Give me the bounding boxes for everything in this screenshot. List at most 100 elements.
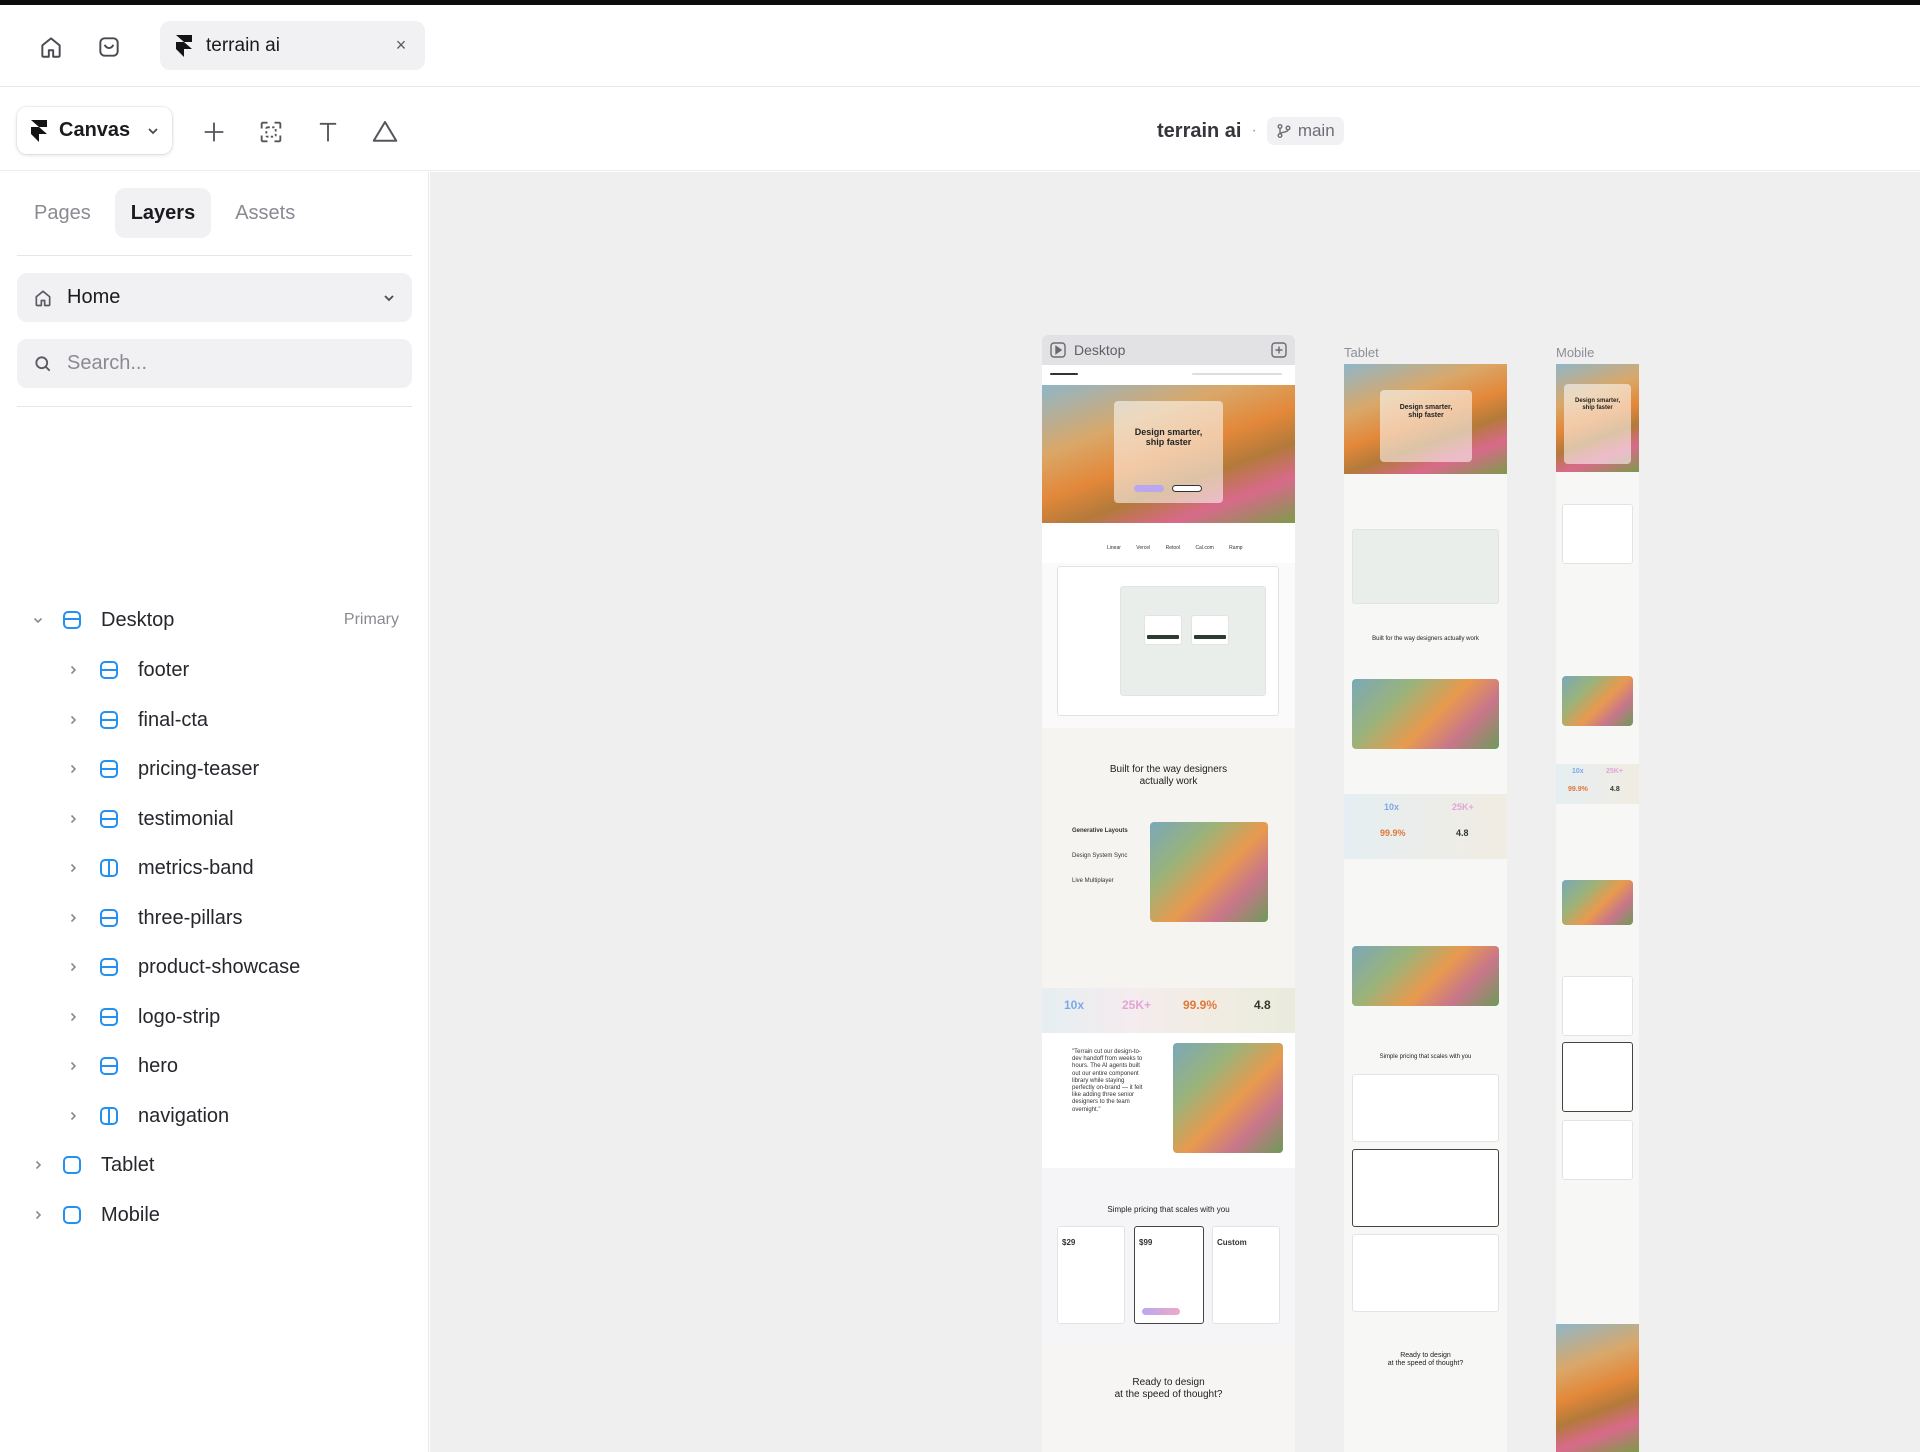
- tablet-metrics: 10x 25K+ 99.9% 4.8: [1344, 794, 1507, 859]
- layer-row-metrics-band[interactable]: metrics-band: [0, 845, 429, 891]
- tablet-frame[interactable]: Design smarter, ship faster Built for th…: [1344, 364, 1507, 1452]
- chevron-right-icon[interactable]: [66, 663, 80, 677]
- pillar-2: Design System Sync: [1072, 853, 1128, 859]
- layer-row-footer[interactable]: footer: [0, 647, 429, 693]
- chevron-down-icon: [384, 294, 394, 301]
- primary-badge: Primary: [343, 611, 399, 628]
- tablet-cta-heading: Ready to design at the speed of thought?: [1387, 1352, 1464, 1368]
- mobile-plan-3: [1562, 1120, 1633, 1180]
- metric-2: 25K+: [1122, 998, 1152, 1012]
- document-tab[interactable]: terrain ai ×: [160, 21, 425, 70]
- layer-row-hero[interactable]: hero: [0, 1043, 429, 1089]
- stack-layer-icon: [98, 808, 120, 830]
- chevron-right-icon[interactable]: [66, 1059, 80, 1073]
- metric-4: 4.8: [1254, 998, 1271, 1012]
- layer-row-pricing-teaser[interactable]: pricing-teaser: [0, 746, 429, 792]
- panel-tabs: Pages Layers Assets: [18, 188, 311, 238]
- layer-row-logo-strip[interactable]: logo-strip: [0, 994, 429, 1040]
- frame-icon[interactable]: [252, 113, 290, 151]
- close-tab-icon[interactable]: ×: [391, 35, 411, 56]
- layer-name: testimonial: [138, 807, 234, 830]
- testimonial-quote: "Terrain cut our design-to-dev handoff f…: [1072, 1049, 1143, 1113]
- tab-pages[interactable]: Pages: [18, 188, 107, 238]
- layer-name: navigation: [138, 1104, 230, 1127]
- layer-search[interactable]: [17, 339, 412, 388]
- home-icon[interactable]: [33, 29, 69, 65]
- mobile-metric-1: 10x: [1572, 768, 1584, 775]
- project-name: terrain ai: [1157, 119, 1242, 142]
- play-preview-icon[interactable]: [1050, 342, 1066, 358]
- mobile-testimonial-image: [1562, 880, 1633, 925]
- tab-assets[interactable]: Assets: [219, 188, 311, 238]
- layer-name: Tablet: [101, 1153, 155, 1176]
- plan-price-2: $99: [1139, 1238, 1153, 1247]
- row-layer-icon: [98, 1105, 120, 1127]
- mobile-frame[interactable]: Design smarter, ship faster 10x 25K+ 99.…: [1556, 364, 1639, 1452]
- canvas-menu-button[interactable]: Canvas: [17, 107, 172, 154]
- layer-row-three-pillars[interactable]: three-pillars: [0, 895, 429, 941]
- chevron-right-icon[interactable]: [66, 812, 80, 826]
- layer-name: Desktop: [101, 608, 175, 631]
- logo-strip-names: Linear Vercel Retool Cal.com Ramp: [1107, 545, 1243, 551]
- tablet-pricing-heading: Simple pricing that scales with you: [1379, 1054, 1472, 1060]
- search-input[interactable]: [67, 352, 387, 375]
- add-breakpoint-icon[interactable]: [1271, 342, 1287, 358]
- stack-layer-icon: [98, 1055, 120, 1077]
- layers-panel: Pages Layers Assets Home Desktop Primary…: [0, 172, 429, 1452]
- layer-row-mobile[interactable]: Mobile: [0, 1192, 429, 1238]
- layer-row-product-showcase[interactable]: product-showcase: [0, 944, 429, 990]
- tablet-metric-3: 99.9%: [1380, 828, 1406, 838]
- logo-strip-section: Linear Vercel Retool Cal.com Ramp: [1042, 523, 1295, 563]
- plan-price-3: Custom: [1217, 1238, 1247, 1247]
- chevron-right-icon[interactable]: [66, 713, 80, 727]
- search-divider: [17, 406, 412, 407]
- tablet-metric-1: 10x: [1384, 802, 1400, 812]
- desktop-frame-header[interactable]: Desktop: [1042, 335, 1295, 365]
- row-layer-icon: [98, 857, 120, 879]
- chevron-right-icon[interactable]: [31, 1208, 45, 1222]
- chevron-right-icon[interactable]: [66, 1109, 80, 1123]
- layer-row-testimonial[interactable]: testimonial: [0, 796, 429, 842]
- chevron-right-icon[interactable]: [66, 861, 80, 875]
- mobile-metric-3: 99.9%: [1568, 786, 1588, 793]
- add-icon[interactable]: [195, 113, 233, 151]
- inbox-icon[interactable]: [91, 29, 127, 65]
- chevron-right-icon[interactable]: [66, 911, 80, 925]
- pillars-heading: Built for the way designers actually wor…: [1109, 764, 1228, 787]
- project-title: terrain ai · main: [1157, 116, 1344, 146]
- layer-name: final-cta: [138, 708, 209, 731]
- text-icon[interactable]: [309, 113, 347, 151]
- chevron-right-icon[interactable]: [66, 1010, 80, 1024]
- layer-row-tablet[interactable]: Tablet: [0, 1142, 429, 1188]
- mobile-frame-label[interactable]: Mobile: [1556, 345, 1594, 360]
- tab-layers[interactable]: Layers: [114, 188, 212, 238]
- stack-layer-icon: [98, 709, 120, 731]
- testimonial-section: "Terrain cut our design-to-dev handoff f…: [1042, 1033, 1295, 1168]
- chevron-down-icon[interactable]: [31, 613, 45, 627]
- tablet-frame-label[interactable]: Tablet: [1344, 345, 1379, 360]
- layer-row-navigation[interactable]: navigation: [0, 1093, 429, 1139]
- tablet-plan-2: [1352, 1149, 1499, 1227]
- product-showcase-section: [1042, 563, 1295, 728]
- tab-title: terrain ai: [206, 34, 280, 56]
- layer-name: hero: [138, 1054, 179, 1077]
- chevron-right-icon[interactable]: [66, 762, 80, 776]
- page-select[interactable]: Home: [17, 273, 412, 322]
- navigation-section: [1042, 365, 1295, 385]
- layer-row-desktop[interactable]: Desktop Primary: [0, 597, 429, 643]
- mobile-pillars-image: [1562, 676, 1633, 726]
- design-canvas[interactable]: Desktop Tablet Mobile Design smarter, sh…: [430, 172, 1920, 1452]
- chevron-right-icon[interactable]: [66, 960, 80, 974]
- framer-logo-icon: [31, 119, 47, 142]
- mobile-hero: Design smarter, ship faster: [1556, 364, 1639, 472]
- desktop-frame[interactable]: Design smarter, ship faster Linear Verce…: [1042, 365, 1295, 1452]
- pricing-heading: Simple pricing that scales with you: [1107, 1205, 1230, 1214]
- branch-badge[interactable]: main: [1266, 117, 1344, 145]
- tablet-pillars-heading: Built for the way designers actually wor…: [1372, 636, 1479, 642]
- chevron-right-icon[interactable]: [31, 1158, 45, 1172]
- tablet-hero-heading: Design smarter, ship faster: [1399, 404, 1453, 420]
- page-select-label: Home: [67, 286, 121, 308]
- stack-layer-icon: [61, 609, 83, 631]
- shape-icon[interactable]: [366, 113, 404, 151]
- layer-row-final-cta[interactable]: final-cta: [0, 697, 429, 743]
